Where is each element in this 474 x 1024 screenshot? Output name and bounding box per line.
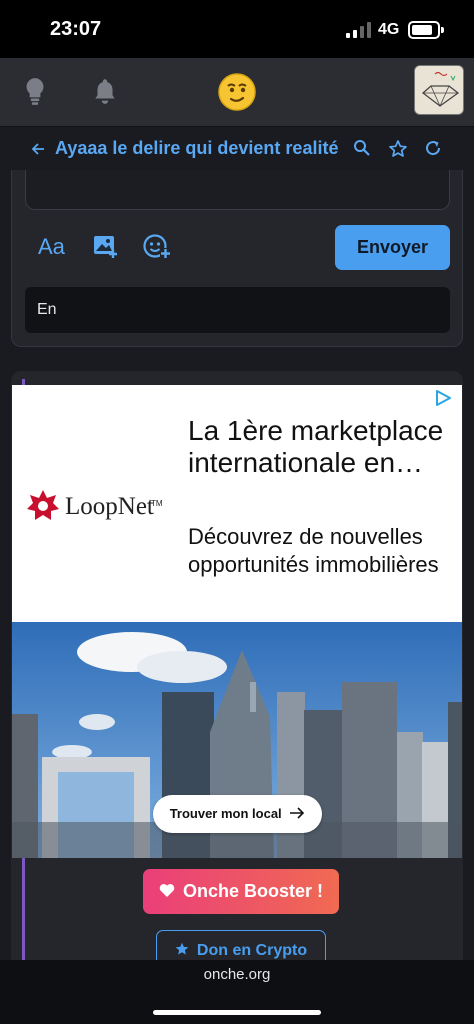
adchoices-icon[interactable] bbox=[434, 389, 456, 407]
ad-brand-tm: TM bbox=[151, 499, 163, 508]
refresh-icon[interactable] bbox=[424, 139, 442, 157]
heart-icon bbox=[159, 884, 175, 897]
topic-header: Ayaaa le delire qui devient realité bbox=[0, 126, 474, 170]
status-bar: 23:07 4G bbox=[0, 0, 474, 58]
booster-button[interactable]: Onche Booster ! bbox=[143, 869, 339, 914]
lightbulb-icon[interactable] bbox=[22, 76, 48, 106]
browser-bottom-bar: onche.org bbox=[0, 960, 474, 1024]
crypto-label: Don en Crypto bbox=[196, 942, 308, 959]
search-icon[interactable] bbox=[353, 139, 371, 157]
star-icon[interactable] bbox=[388, 139, 408, 159]
user-avatar[interactable] bbox=[414, 65, 464, 115]
add-emoji-icon[interactable] bbox=[142, 232, 172, 262]
topic-title[interactable]: Ayaaa le delire qui devient realité bbox=[55, 138, 338, 159]
bell-icon[interactable] bbox=[92, 76, 118, 106]
ad-brand: LoopNet bbox=[65, 493, 154, 520]
network-type: 4G bbox=[378, 21, 400, 38]
message-textarea[interactable] bbox=[25, 170, 450, 210]
home-indicator[interactable] bbox=[153, 1010, 321, 1015]
app-header bbox=[0, 58, 474, 126]
ad-headline: La 1ère marketplace internationale en… bbox=[188, 415, 444, 478]
add-image-icon[interactable] bbox=[92, 232, 120, 260]
battery-icon bbox=[408, 21, 444, 39]
text-format-button[interactable]: Aa bbox=[38, 234, 65, 260]
ad-cta-label: Trouver mon local bbox=[169, 806, 282, 821]
booster-label: Onche Booster ! bbox=[182, 881, 324, 901]
back-arrow-icon[interactable] bbox=[30, 141, 46, 157]
smiley-logo[interactable] bbox=[217, 72, 257, 112]
loopnet-logo-icon bbox=[27, 490, 59, 520]
advertisement[interactable]: LoopNet TM La 1ère marketplace internati… bbox=[12, 385, 462, 858]
ad-description: Découvrez de nouvelles opportunités immo… bbox=[188, 524, 439, 577]
send-button[interactable]: Envoyer bbox=[335, 225, 450, 270]
status-time: 23:07 bbox=[50, 18, 102, 40]
language-field[interactable]: En bbox=[25, 287, 450, 333]
arrow-right-icon bbox=[290, 807, 305, 819]
ad-cta-button[interactable]: Trouver mon local bbox=[153, 795, 322, 833]
star-filled-icon bbox=[175, 942, 189, 955]
signal-icon bbox=[346, 22, 371, 38]
reply-form: Aa Envoyer En bbox=[11, 170, 463, 347]
url-label[interactable]: onche.org bbox=[0, 966, 474, 983]
